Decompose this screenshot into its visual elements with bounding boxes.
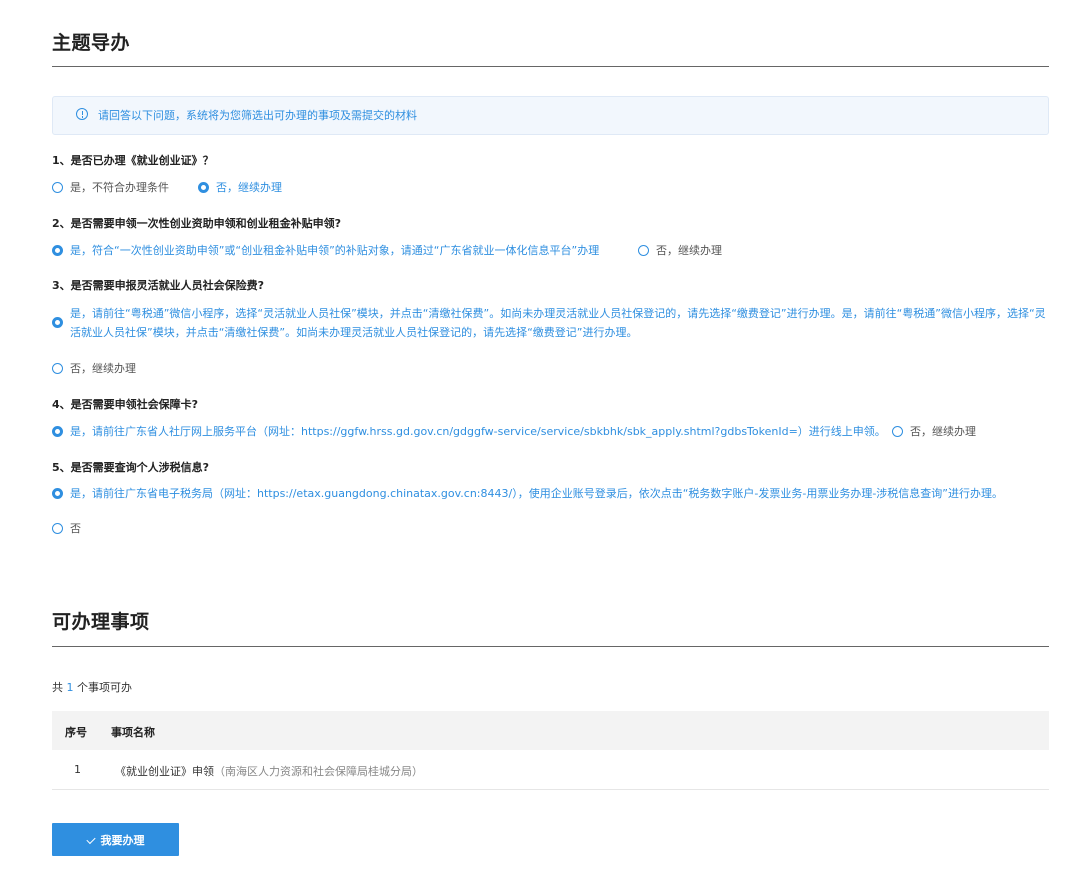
radio-unchecked[interactable] [892,426,903,437]
question-5-label: 5、是否需要查询个人涉税信息? [52,461,210,474]
table-header: 序号 事项名称 [52,711,1049,750]
row-item-dept: （南海区人力资源和社会保障局桂城分局） [214,765,423,778]
notice-banner: 请回答以下问题，系统将为您筛选出可办理的事项及需提交的材料 [52,96,1049,135]
radio-unchecked[interactable] [52,363,63,374]
info-circle-icon [76,108,88,120]
radio-checked[interactable] [52,488,63,499]
apply-button[interactable]: 我要办理 [52,823,179,856]
column-header-index: 序号 [65,726,87,739]
radio-unchecked[interactable] [52,182,63,193]
section-divider [52,66,1049,67]
section-title-guide: 主题导办 [52,32,131,54]
check-icon [85,834,96,844]
radio-unchecked[interactable] [52,523,63,534]
row-item-name[interactable]: 《就业创业证》申领（南海区人力资源和社会保障局桂城分局） [115,763,423,779]
table-row[interactable]: 1 《就业创业证》申领（南海区人力资源和社会保障局桂城分局） [52,750,1049,790]
radio-checked[interactable] [198,182,209,193]
column-header-name: 事项名称 [111,726,155,739]
q3-option-yes[interactable]: 是，请前往“粤税通”微信小程序，选择“灵活就业人员社保”模块，并点击“清缴社保费… [52,304,1049,344]
radio-checked[interactable] [52,245,63,256]
question-3-label: 3、是否需要申报灵活就业人员社会保险费? [52,279,265,292]
question-2-label: 2、是否需要申领一次性创业资助申领和创业租金补贴申领? [52,217,342,230]
radio-checked[interactable] [52,317,63,328]
section-title-items: 可办理事项 [52,611,150,633]
item-count: 共 1 个事项可办 [52,681,132,694]
radio-unchecked[interactable] [638,245,649,256]
radio-checked[interactable] [52,426,63,437]
question-1-label: 1、是否已办理《就业创业证》？ [52,154,214,167]
row-index: 1 [74,763,81,776]
item-count-number: 1 [66,681,74,694]
notice-text: 请回答以下问题，系统将为您筛选出可办理的事项及需提交的材料 [98,109,417,122]
section-divider [52,646,1049,647]
question-4-label: 4、是否需要申领社会保障卡? [52,398,199,411]
